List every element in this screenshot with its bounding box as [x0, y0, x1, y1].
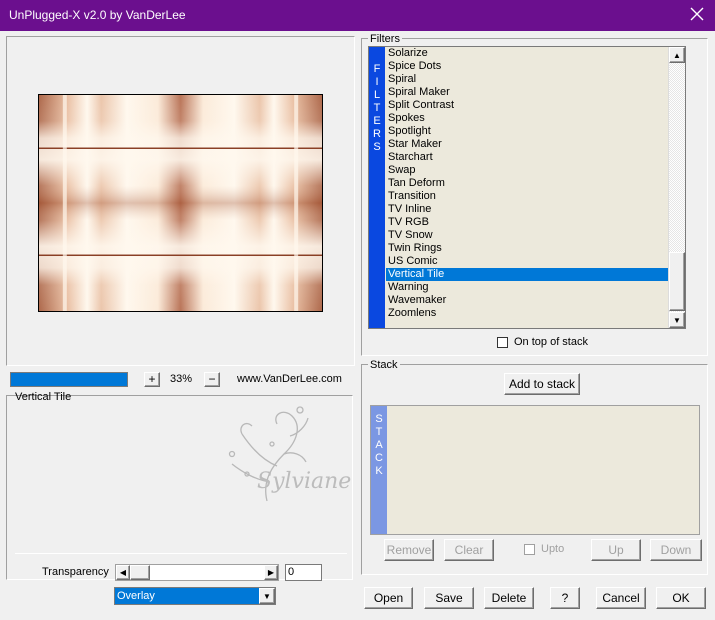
- slider-left-icon[interactable]: ◀: [116, 565, 130, 580]
- on-top-checkbox[interactable]: On top of stack: [497, 336, 588, 348]
- filter-items: Solarize Spice Dots Spiral Spiral Maker Spli…: [386, 47, 668, 320]
- filter-list-item[interactable]: Spotlight: [386, 125, 668, 138]
- stack-vertical-label: STACK: [375, 413, 383, 477]
- stack-title: Stack: [368, 359, 400, 371]
- down-button[interactable]: Down: [650, 539, 702, 561]
- zoom-in-button[interactable]: +: [144, 372, 160, 387]
- filters-sidebar: FILTERS: [369, 47, 385, 328]
- filter-list-item[interactable]: Star Maker: [386, 138, 668, 151]
- filter-list-item[interactable]: Spokes: [386, 112, 668, 125]
- website-link[interactable]: www.VanDerLee.com: [237, 373, 342, 385]
- preview-image[interactable]: [38, 94, 323, 312]
- close-icon[interactable]: [688, 5, 706, 23]
- watermark-text: Sylviane: [257, 469, 352, 494]
- scroll-thumb[interactable]: [669, 252, 685, 311]
- filter-list-item[interactable]: TV Snow: [386, 229, 668, 242]
- stack-list[interactable]: STACK: [370, 405, 700, 535]
- ok-button[interactable]: OK: [656, 587, 706, 609]
- filter-list-item[interactable]: Twin Rings: [386, 242, 668, 255]
- save-button[interactable]: Save: [424, 587, 474, 609]
- cancel-button[interactable]: Cancel: [596, 587, 646, 609]
- chevron-down-icon[interactable]: ▼: [259, 588, 275, 604]
- filter-list-item[interactable]: Spiral Maker: [386, 86, 668, 99]
- filter-list-item[interactable]: Warning: [386, 281, 668, 294]
- transparency-input[interactable]: 0: [285, 564, 322, 581]
- transparency-label: Transparency: [42, 566, 109, 578]
- filter-list-item[interactable]: TV RGB: [386, 216, 668, 229]
- open-button[interactable]: Open: [364, 587, 413, 609]
- dialog-body: + 33% − www.VanDerLee.com Vertical Tile …: [0, 31, 715, 620]
- transparency-row: Transparency ◀ ▶ 0: [14, 562, 346, 582]
- add-to-stack-button[interactable]: Add to stack: [504, 373, 580, 395]
- filter-list-item[interactable]: Wavemaker: [386, 294, 668, 307]
- stack-sidebar: STACK: [371, 406, 387, 534]
- upto-checkbox[interactable]: Upto: [524, 543, 564, 555]
- filter-list-item[interactable]: Spice Dots: [386, 60, 668, 73]
- title-bar: UnPlugged-X v2.0 by VanDerLee: [0, 0, 715, 31]
- filter-list[interactable]: FILTERS Solarize Spice Dots Spiral Spiral M…: [368, 46, 686, 329]
- parameters-panel: Vertical Tile Sylviane: [6, 391, 353, 580]
- clear-button[interactable]: Clear: [444, 539, 494, 561]
- filters-title: Filters: [368, 33, 402, 45]
- filter-list-item[interactable]: Starchart: [386, 151, 668, 164]
- window-title: UnPlugged-X v2.0 by VanDerLee: [9, 8, 186, 22]
- zoom-out-button[interactable]: −: [204, 372, 220, 387]
- zoom-level: 33%: [170, 373, 193, 385]
- filter-list-item[interactable]: Split Contrast: [386, 99, 668, 112]
- filter-list-item[interactable]: TV Inline: [386, 203, 668, 216]
- checkbox-icon[interactable]: [524, 543, 535, 555]
- up-button[interactable]: Up: [591, 539, 641, 561]
- filters-vertical-label: FILTERS: [373, 63, 381, 153]
- watermark-flourish-icon: [228, 406, 309, 502]
- scroll-down-icon[interactable]: ▼: [669, 312, 685, 328]
- transparency-slider[interactable]: ◀ ▶: [115, 564, 279, 581]
- filter-list-item[interactable]: Swap: [386, 164, 668, 177]
- filter-scrollbar[interactable]: ▲ ▼: [668, 47, 685, 328]
- stack-group: Stack Add to stack STACK Remove Clear Up…: [361, 359, 708, 575]
- parameters-title: Vertical Tile: [15, 391, 72, 403]
- blend-mode-select[interactable]: Overlay ▼: [114, 587, 276, 605]
- progress-fill: [11, 373, 127, 386]
- checkbox-icon[interactable]: [497, 336, 508, 348]
- on-top-label: On top of stack: [514, 336, 588, 348]
- filter-list-item[interactable]: Zoomlens: [386, 307, 668, 320]
- blend-mode-value: Overlay: [117, 590, 155, 602]
- filter-list-item[interactable]: Solarize: [386, 47, 668, 60]
- scroll-up-icon[interactable]: ▲: [669, 47, 685, 63]
- slider-thumb[interactable]: [130, 565, 150, 580]
- delete-button[interactable]: Delete: [484, 587, 534, 609]
- filter-list-item[interactable]: Spiral: [386, 73, 668, 86]
- slider-right-icon[interactable]: ▶: [264, 565, 278, 580]
- filter-list-item[interactable]: Vertical Tile: [386, 268, 668, 281]
- render-progress-bar: [10, 372, 128, 387]
- filter-list-item[interactable]: Tan Deform: [386, 177, 668, 190]
- upto-label: Upto: [541, 543, 565, 555]
- divider: [15, 553, 347, 554]
- remove-button[interactable]: Remove: [384, 539, 434, 561]
- filter-list-item[interactable]: US Comic: [386, 255, 668, 268]
- filter-list-item[interactable]: Transition: [386, 190, 668, 203]
- preview-panel: [6, 36, 355, 366]
- help-button[interactable]: ?: [550, 587, 580, 609]
- filters-group: Filters FILTERS Solarize Spice Dots Spiral…: [361, 33, 708, 356]
